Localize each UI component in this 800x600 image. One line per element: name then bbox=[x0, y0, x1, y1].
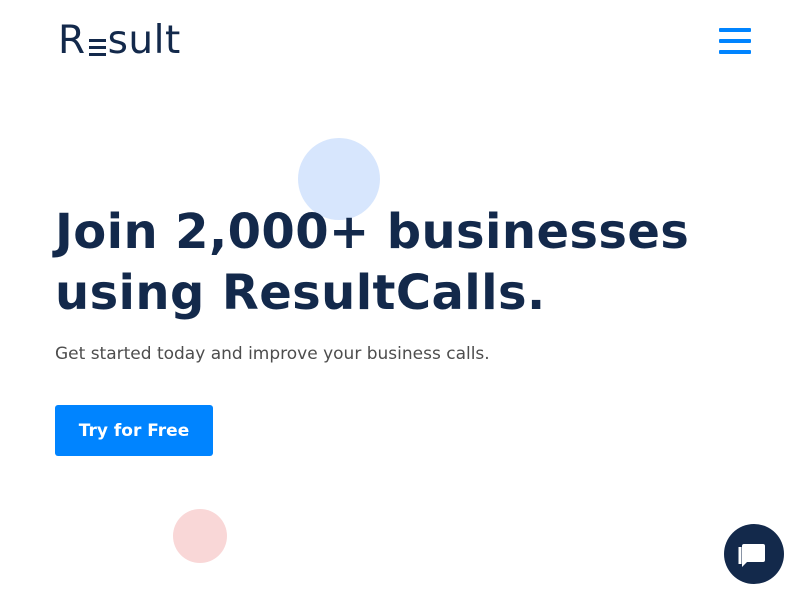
logo-equals-mark bbox=[87, 19, 107, 63]
result-logo[interactable]: R sult bbox=[58, 19, 181, 63]
chat-widget-button[interactable] bbox=[724, 524, 784, 584]
chat-bubble-icon bbox=[738, 544, 765, 567]
try-for-free-button[interactable]: Try for Free bbox=[55, 405, 213, 456]
hamburger-menu-icon[interactable] bbox=[714, 24, 756, 60]
hero-title: Join 2,000+ businesses using ResultCalls… bbox=[55, 204, 690, 321]
logo-letters-sult: sult bbox=[107, 18, 181, 63]
decorative-pink-circle bbox=[173, 509, 227, 563]
hero-subtitle: Get started today and improve your busin… bbox=[55, 344, 490, 364]
site-header: R sult bbox=[0, 0, 800, 90]
logo-letter-r: R bbox=[58, 18, 86, 63]
